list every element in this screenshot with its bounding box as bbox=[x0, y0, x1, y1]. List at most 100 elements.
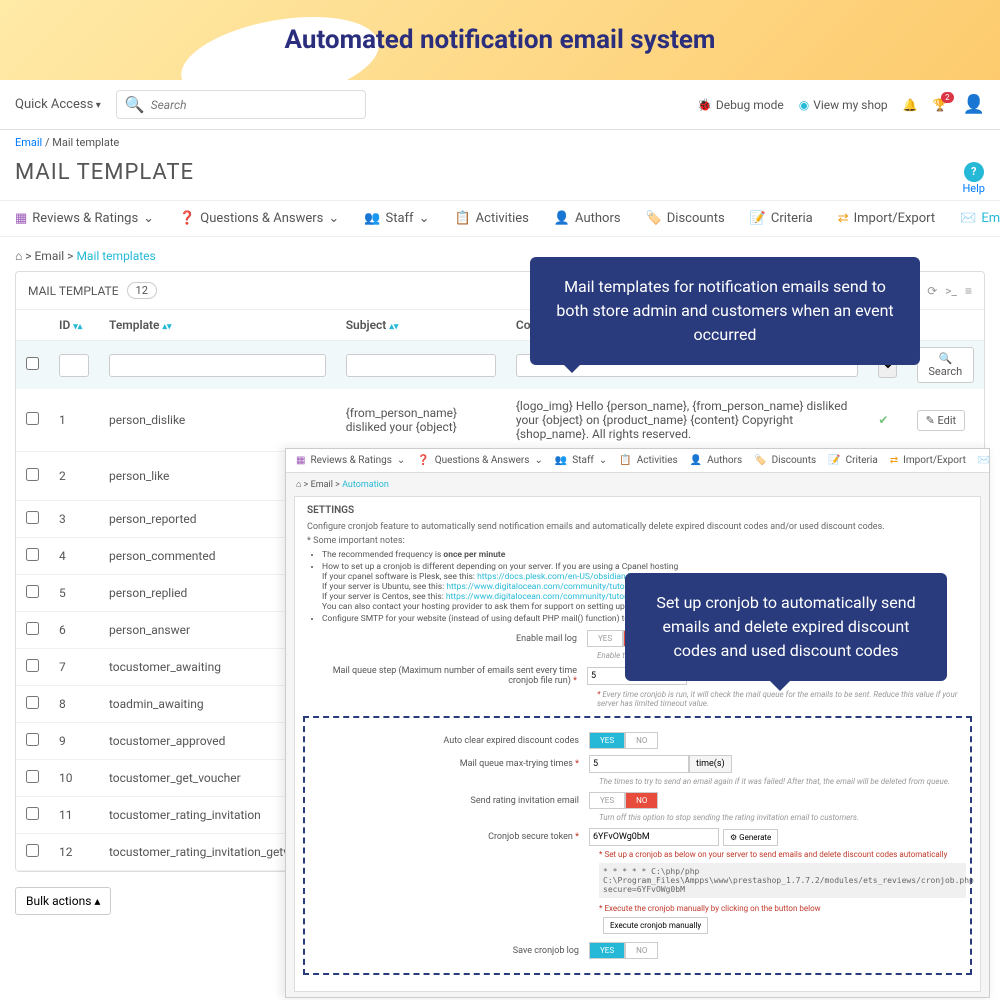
code-icon[interactable]: >_ bbox=[945, 284, 957, 298]
filter-template[interactable] bbox=[109, 354, 326, 377]
panel-title: MAIL TEMPLATE bbox=[28, 284, 119, 298]
row-checkbox[interactable] bbox=[26, 468, 39, 481]
filter-id[interactable] bbox=[59, 354, 89, 377]
bug-icon: 🐞 bbox=[697, 98, 712, 112]
trophy-icon[interactable]: 🏆 bbox=[933, 98, 948, 112]
db-icon[interactable]: ≡ bbox=[965, 284, 972, 298]
search-wrap: 🔍 bbox=[116, 90, 366, 119]
row-id: 1 bbox=[49, 389, 99, 452]
tab-email[interactable]: ✉️Email ⌄ bbox=[960, 211, 1000, 226]
otab-discounts[interactable]: 🏷️ Discounts bbox=[754, 455, 816, 466]
row-checkbox[interactable] bbox=[26, 622, 39, 635]
input-token[interactable] bbox=[589, 828, 719, 846]
toggle-auto-clear[interactable]: YESNO bbox=[589, 732, 658, 749]
lbl-save-log: Save cronjob log bbox=[309, 946, 589, 956]
row-id: 11 bbox=[49, 797, 99, 834]
row-id: 7 bbox=[49, 649, 99, 686]
settings-intro: Configure cronjob feature to automatical… bbox=[307, 522, 968, 532]
row-checkbox[interactable] bbox=[26, 696, 39, 709]
staff-icon: 👥 bbox=[364, 211, 380, 226]
tab-reviews[interactable]: ▦Reviews & Ratings ⌄ bbox=[15, 211, 154, 226]
row-checkbox[interactable] bbox=[26, 844, 39, 857]
row-checkbox[interactable] bbox=[26, 511, 39, 524]
ocrumb-automation[interactable]: Automation bbox=[342, 480, 389, 490]
lbl-token: Cronjob secure token * bbox=[309, 832, 589, 842]
tab-staff[interactable]: 👥Staff ⌄ bbox=[364, 211, 429, 226]
toggle-send-rating[interactable]: YESNO bbox=[589, 792, 658, 809]
lbl-send-rating: Send rating invitation email bbox=[309, 796, 589, 806]
debug-mode-link[interactable]: 🐞Debug mode bbox=[697, 98, 784, 112]
help-button[interactable]: ?Help bbox=[962, 162, 985, 195]
crumb-email[interactable]: Email bbox=[15, 136, 42, 149]
refresh-icon[interactable]: ⟳ bbox=[927, 284, 937, 298]
row-checkbox[interactable] bbox=[26, 412, 39, 425]
module-tabs: ▦Reviews & Ratings ⌄ ❓Questions & Answer… bbox=[0, 200, 1000, 237]
row-id: 9 bbox=[49, 723, 99, 760]
row-checkbox[interactable] bbox=[26, 548, 39, 561]
automation-overlay: ▦ Reviews & Ratings ⌄ ❓ Questions & Answ… bbox=[285, 448, 990, 998]
notes-title: * Some important notes: bbox=[307, 536, 968, 546]
otab-activities[interactable]: 📋 Activities bbox=[619, 455, 677, 466]
otab-staff[interactable]: 👥 Staff ⌄ bbox=[555, 455, 607, 466]
col-id[interactable]: ID ▾▴ bbox=[49, 310, 99, 341]
otab-reviews[interactable]: ▦ Reviews & Ratings ⌄ bbox=[296, 455, 405, 466]
row-checkbox[interactable] bbox=[26, 770, 39, 783]
qa-icon: ❓ bbox=[179, 211, 195, 226]
cronjob-command: * * * * * C:\php/php C:\Program_Files\Am… bbox=[599, 863, 966, 898]
otab-authors[interactable]: 👤 Authors bbox=[690, 455, 742, 466]
otab-qa[interactable]: ❓ Questions & Answers ⌄ bbox=[417, 455, 543, 466]
callout-cronjob: Set up cronjob to automatically send ema… bbox=[625, 573, 947, 681]
tab-qa[interactable]: ❓Questions & Answers ⌄ bbox=[179, 211, 339, 226]
profile-icon[interactable]: 👤 bbox=[963, 94, 985, 115]
search-input[interactable] bbox=[151, 98, 357, 112]
tab-import-export[interactable]: ⇄Import/Export bbox=[838, 211, 935, 226]
tab-activities[interactable]: 📋Activities bbox=[454, 211, 528, 226]
row-checkbox[interactable] bbox=[26, 659, 39, 672]
search-icon: 🔍 bbox=[125, 95, 145, 114]
tab-discounts[interactable]: 🏷️Discounts bbox=[646, 211, 725, 226]
tab-authors[interactable]: 👤Authors bbox=[554, 211, 621, 226]
check-all[interactable] bbox=[26, 357, 39, 370]
table-row[interactable]: 1 person_dislike {from_person_name} disl… bbox=[16, 389, 984, 452]
lbl-auto-clear: Auto clear expired discount codes bbox=[309, 736, 589, 746]
breadcrumb: Email / Mail template bbox=[0, 130, 1000, 155]
criteria-icon: 📝 bbox=[750, 211, 766, 226]
lbl-enable-log: Enable mail log bbox=[307, 634, 587, 644]
row-checkbox[interactable] bbox=[26, 733, 39, 746]
col-subject[interactable]: Subject ▴▾ bbox=[336, 310, 506, 341]
bulk-actions-button[interactable]: Bulk actions ▴ bbox=[15, 887, 111, 915]
input-max-try[interactable] bbox=[589, 755, 689, 773]
otab-import[interactable]: ⇄ Import/Export bbox=[890, 455, 966, 466]
otab-criteria[interactable]: 📝 Criteria bbox=[828, 455, 878, 466]
tab-criteria[interactable]: 📝Criteria bbox=[750, 211, 813, 226]
search-button[interactable]: 🔍 Search bbox=[917, 347, 974, 383]
lbl-queue-step: Mail queue step (Maximum number of email… bbox=[307, 666, 587, 686]
row-checkbox[interactable] bbox=[26, 807, 39, 820]
settings-title: SETTINGS bbox=[307, 505, 968, 516]
bell-icon[interactable]: 🔔 bbox=[903, 98, 918, 112]
row-id: 10 bbox=[49, 760, 99, 797]
activities-icon: 📋 bbox=[454, 211, 470, 226]
row-subject: {from_person_name} disliked your {object… bbox=[336, 389, 506, 452]
row-id: 4 bbox=[49, 538, 99, 575]
row-id: 6 bbox=[49, 612, 99, 649]
row-id: 12 bbox=[49, 834, 99, 871]
row-checkbox[interactable] bbox=[26, 585, 39, 598]
execute-cronjob-button[interactable]: Execute cronjob manually bbox=[603, 917, 708, 934]
quick-access-dropdown[interactable]: Quick Access bbox=[15, 97, 101, 112]
toggle-save-log[interactable]: YESNO bbox=[589, 942, 658, 959]
filter-subject[interactable] bbox=[346, 354, 496, 377]
reviews-icon: ▦ bbox=[15, 211, 27, 226]
edit-button[interactable]: ✎ Edit bbox=[917, 410, 966, 431]
view-shop-link[interactable]: ◉View my shop bbox=[799, 98, 888, 112]
home-icon[interactable]: ⌂ bbox=[15, 249, 22, 263]
generate-button[interactable]: ⚙ Generate bbox=[723, 829, 778, 846]
otab-email[interactable]: ✉️ Email ⌄ bbox=[978, 455, 990, 466]
discounts-icon: 🏷️ bbox=[646, 211, 662, 226]
crumb2-templates[interactable]: Mail templates bbox=[76, 249, 155, 263]
col-template[interactable]: Template ▴▾ bbox=[99, 310, 336, 341]
lbl-max-try: Mail queue max-trying times * bbox=[309, 759, 589, 769]
email-icon: ✉️ bbox=[960, 211, 976, 226]
page-title: MAIL TEMPLATE bbox=[0, 155, 1000, 200]
callout-templates: Mail templates for notification emails s… bbox=[530, 257, 920, 365]
